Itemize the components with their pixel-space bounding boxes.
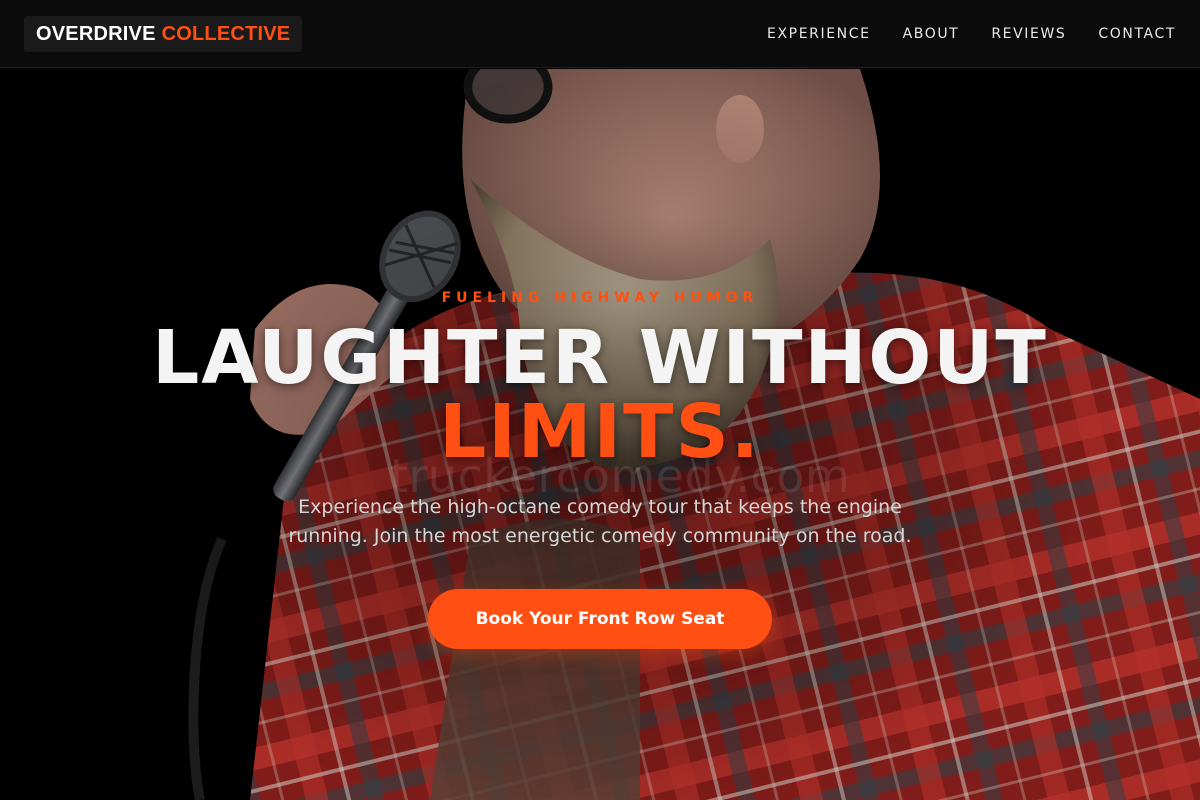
nav-link-reviews[interactable]: REVIEWS — [991, 26, 1066, 42]
nav-link-contact[interactable]: CONTACT — [1098, 26, 1176, 42]
hero-headline: LAUGHTER WITHOUT LIMITS. — [0, 321, 1200, 469]
brand-logo[interactable]: OVERDRIVE COLLECTIVE — [24, 16, 303, 52]
hero-subtitle: Experience the high-octane comedy tour t… — [288, 496, 912, 547]
brand-name-accent: COLLECTIVE — [161, 22, 291, 45]
hero-section: truckercomedy.com FUELING HIGHWAY HUMOR … — [0, 69, 1200, 800]
book-seat-button[interactable]: Book Your Front Row Seat — [428, 589, 772, 649]
headline-accent: LIMITS. — [439, 389, 761, 475]
nav-link-about[interactable]: ABOUT — [903, 26, 960, 42]
brand-name-primary: OVERDRIVE — [36, 22, 156, 45]
hero-eyebrow: FUELING HIGHWAY HUMOR — [441, 290, 759, 306]
nav-link-experience[interactable]: EXPERIENCE — [767, 26, 871, 42]
site-header: OVERDRIVE COLLECTIVE EXPERIENCE ABOUT RE… — [0, 0, 1200, 68]
main-nav: EXPERIENCE ABOUT REVIEWS CONTACT — [735, 0, 1176, 68]
